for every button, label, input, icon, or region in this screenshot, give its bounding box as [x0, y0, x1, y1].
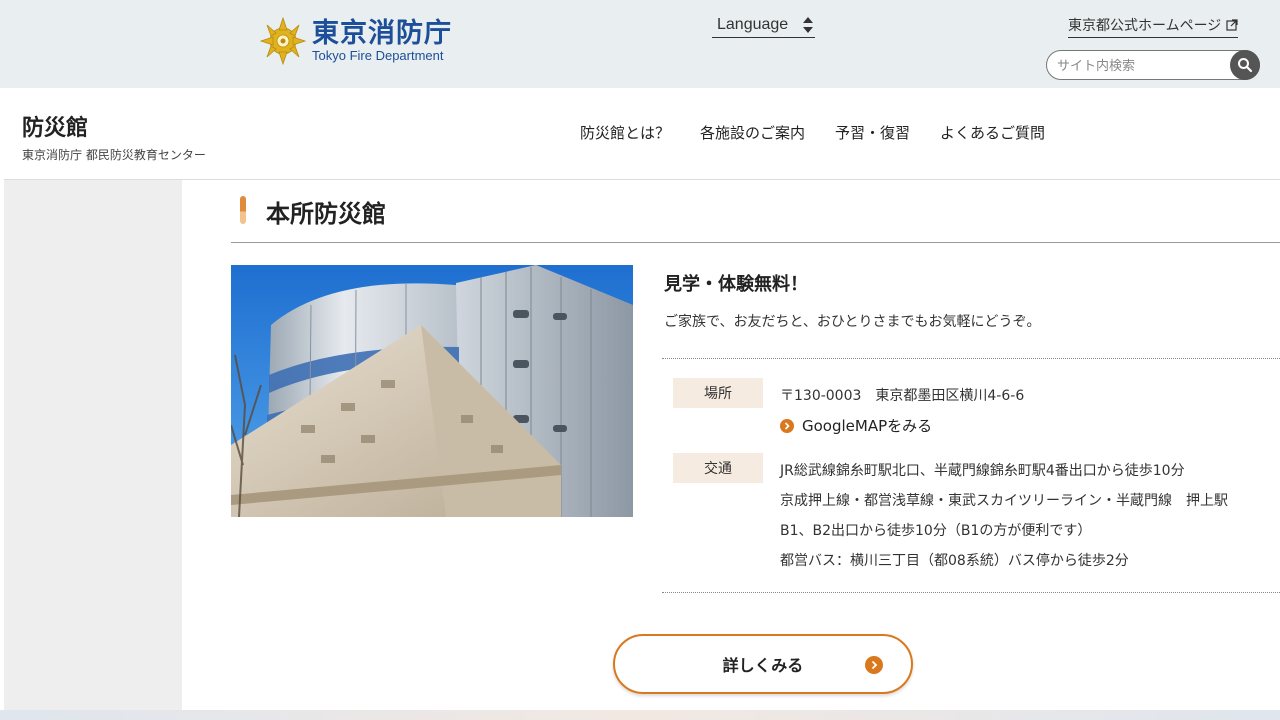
access-line: JR総武線錦糸町駅北口、半蔵門線錦糸町駅4番出口から徒歩10分	[780, 463, 1185, 479]
site-subtitle: 東京消防庁 都民防災教育センター	[22, 148, 206, 162]
search-button[interactable]	[1230, 50, 1260, 80]
section-title-marker	[240, 196, 246, 224]
site-header: 防災館 東京消防庁 都民防災教育センター 防災館とは？ 各施設のご案内 予習・復…	[4, 88, 1280, 180]
section-divider	[231, 242, 1280, 243]
external-link-icon	[1226, 19, 1238, 31]
tfd-logo[interactable]: 東京消防庁 Tokyo Fire Department	[260, 16, 452, 66]
google-map-link-label: GoogleMAPをみる	[802, 417, 933, 435]
see-details-button[interactable]: 詳しくみる	[613, 634, 913, 694]
top-bar: 東京消防庁 Tokyo Fire Department Language 東京都…	[0, 0, 1280, 88]
place-tag: 場所	[673, 378, 763, 408]
window-bottom-edge	[0, 710, 1280, 720]
nav-item-about[interactable]: 防災館とは？	[580, 122, 670, 143]
site-search	[1046, 50, 1260, 80]
language-label: Language	[717, 15, 789, 33]
access-line: 都営バス：横川三丁目（都08系統）バス停から徒歩2分	[780, 553, 1129, 569]
facility-photo	[231, 265, 633, 517]
free-admission-headline: 見学・体験無料！	[664, 274, 808, 295]
chevron-right-icon	[865, 656, 883, 674]
left-column	[4, 180, 182, 710]
search-icon	[1238, 58, 1253, 73]
address-text: 〒130-0003 東京都墨田区横川4-6-6	[780, 388, 1025, 404]
official-homepage-label: 東京都公式ホームページ	[1068, 18, 1222, 34]
language-select[interactable]: Language	[712, 12, 815, 38]
section-title: 本所防災館	[266, 200, 386, 228]
nav-item-review[interactable]: 予習・復習	[835, 122, 910, 143]
nav-item-faq[interactable]: よくあるご質問	[940, 122, 1045, 143]
access-line: B1、B2出口から徒歩10分（B1の方が便利です）	[780, 523, 1092, 539]
fire-department-emblem-icon	[260, 16, 306, 66]
sort-arrows-icon	[803, 16, 813, 33]
nav-item-facilities[interactable]: 各施設のご案内	[700, 122, 805, 143]
see-details-label: 詳しくみる	[722, 656, 804, 675]
access-line: 京成押上線・都営浅草線・東武スカイツリーライン・半蔵門線 押上駅	[780, 493, 1228, 509]
chevron-right-icon	[780, 418, 794, 433]
lead-text: ご家族で、お友だちと、おひとりさまでもお気軽にどうぞ。	[664, 314, 1041, 330]
access-tag: 交通	[673, 453, 763, 483]
main-nav: 防災館とは？ 各施設のご案内 予習・復習 よくあるご質問	[580, 122, 1045, 143]
logo-japanese: 東京消防庁	[312, 18, 452, 49]
logo-english: Tokyo Fire Department	[312, 48, 444, 63]
info-divider-top	[662, 358, 1280, 359]
google-map-link[interactable]: GoogleMAPをみる	[780, 415, 932, 436]
search-input[interactable]	[1057, 56, 1227, 76]
site-name[interactable]: 防災館	[22, 110, 88, 142]
official-homepage-link[interactable]: 東京都公式ホームページ	[1068, 15, 1239, 38]
main-content: 本所防災館 見学・体験無料！ ご家族で、お友だちと、おひとりさまでもお気軽にどう…	[182, 180, 1280, 710]
info-divider-bottom	[662, 592, 1280, 593]
